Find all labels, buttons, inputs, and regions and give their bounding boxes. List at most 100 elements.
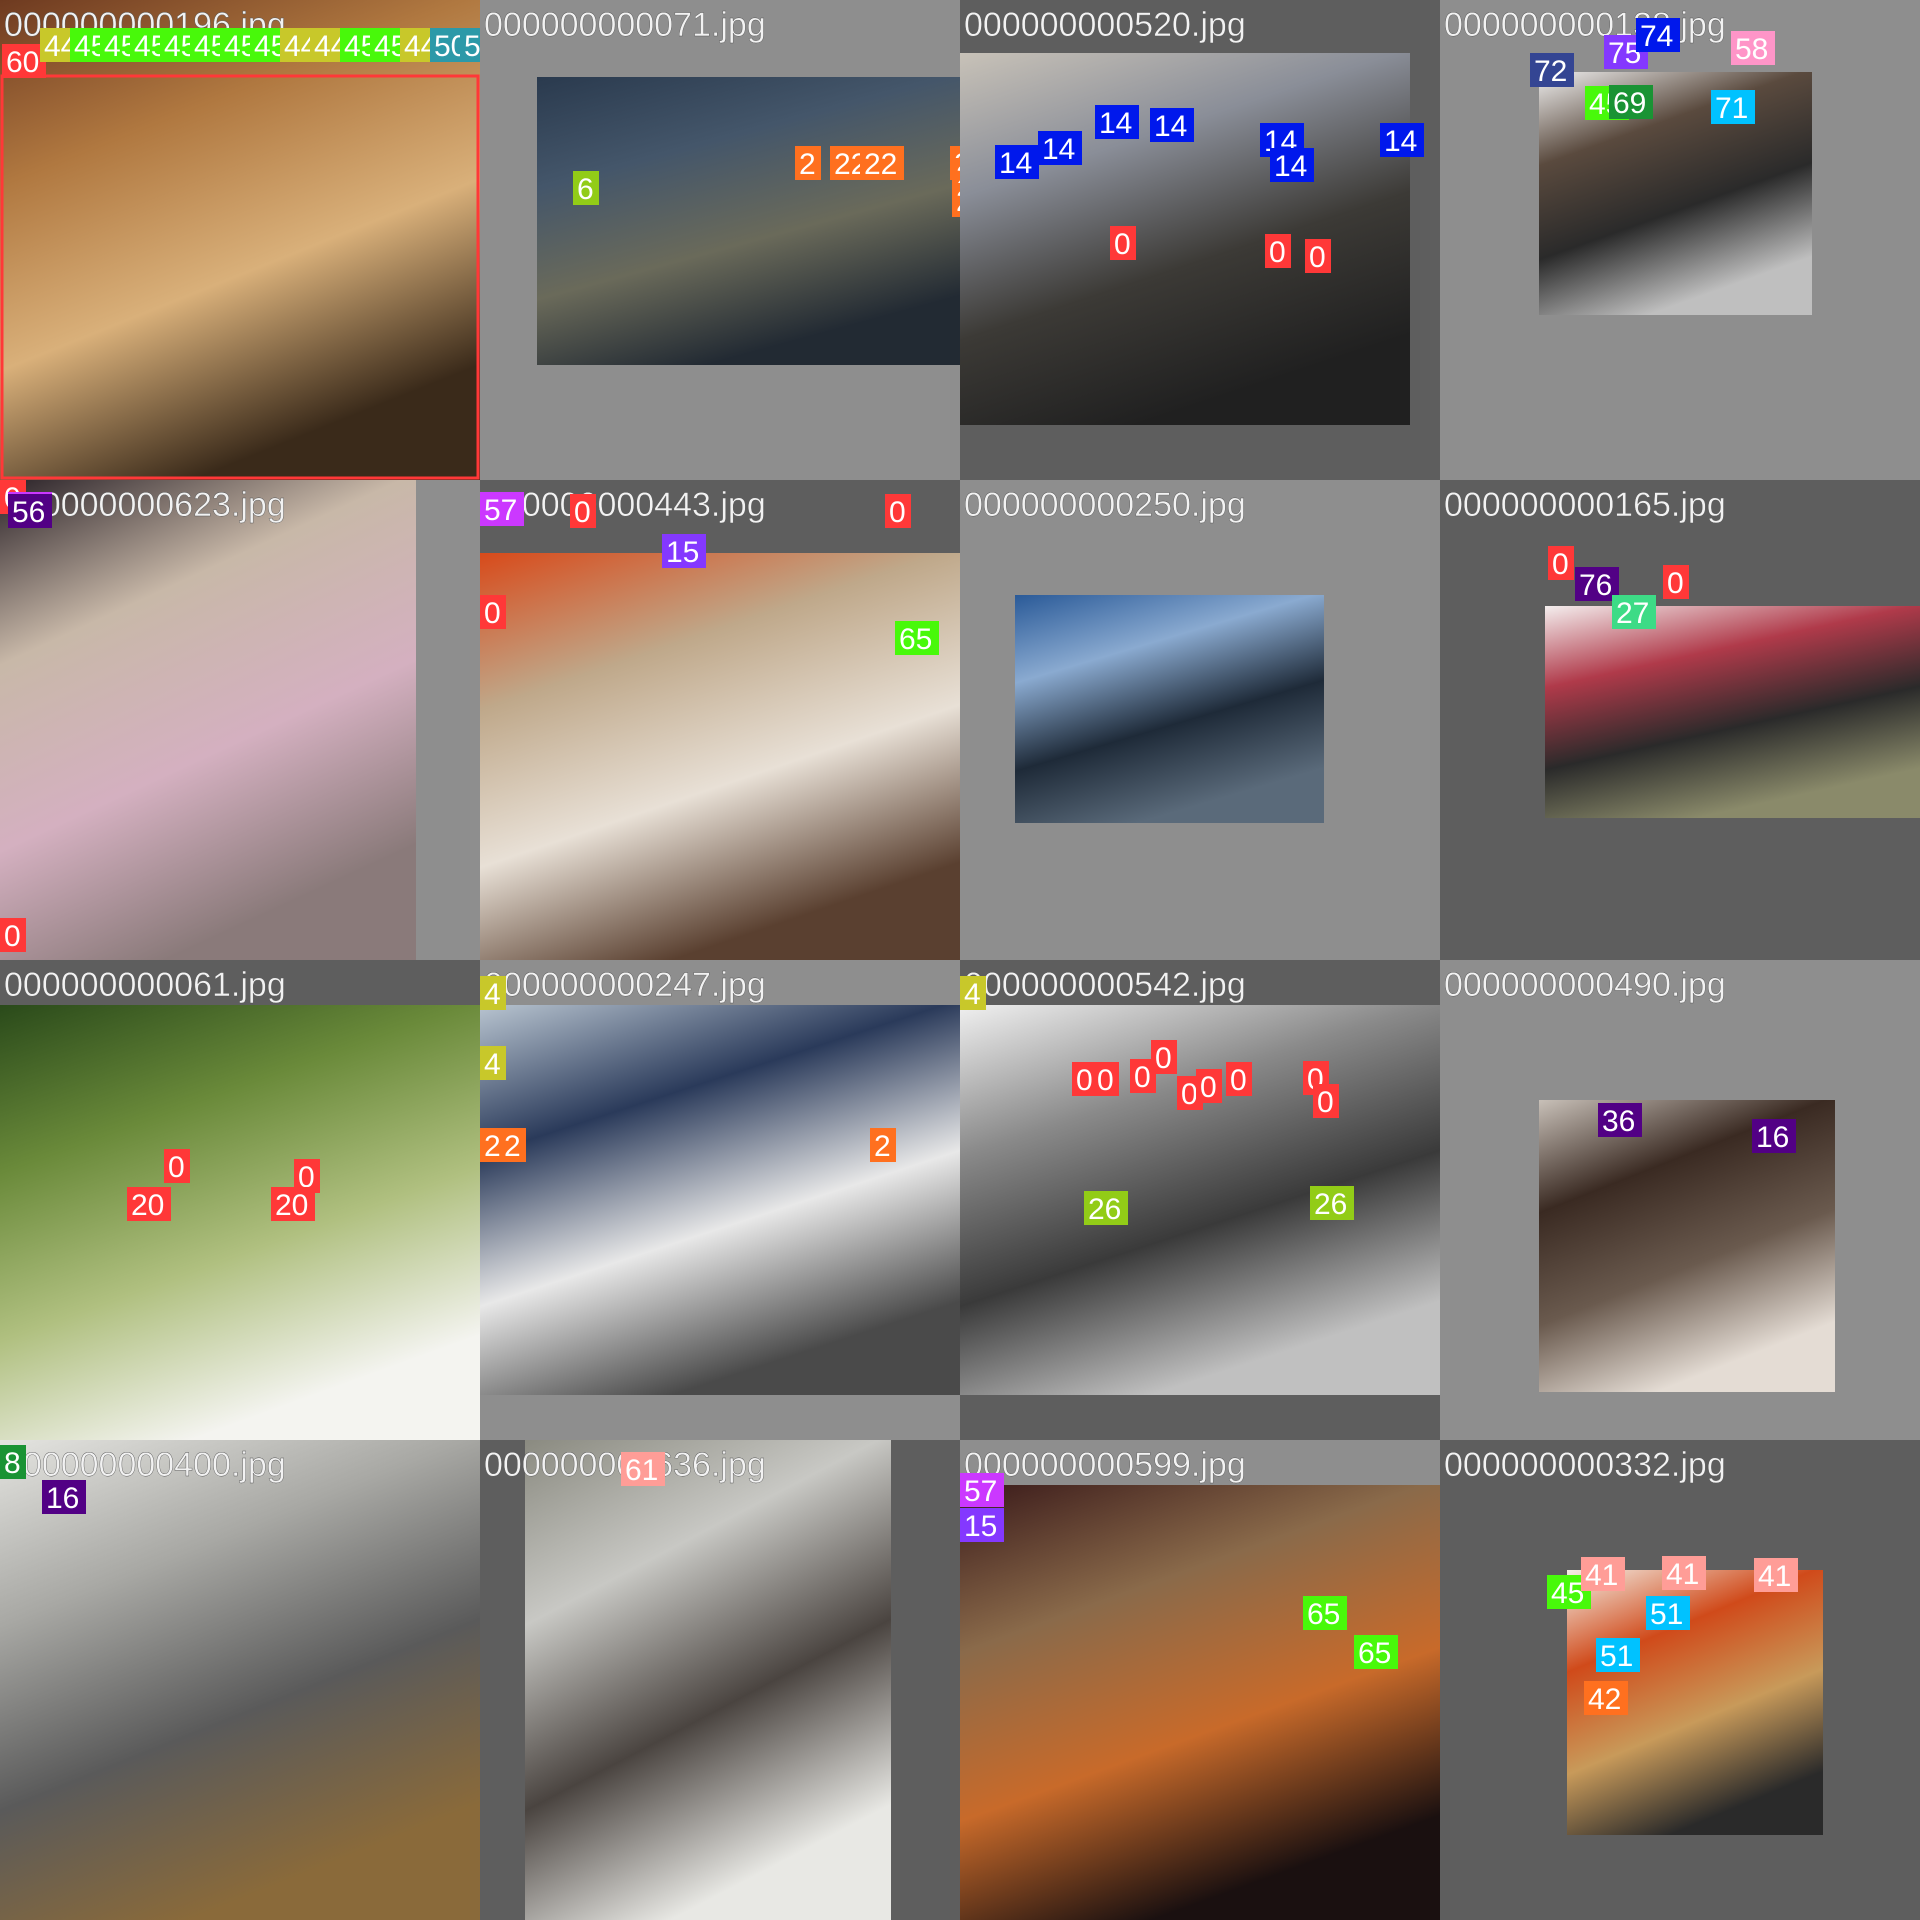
photo (1539, 72, 1812, 315)
detection-label-class: 76 (1579, 569, 1612, 602)
detection-label-class: 0 (1667, 567, 1684, 600)
detection-label-class: 4 (484, 1048, 501, 1081)
detection-label-class: 14 (999, 147, 1032, 180)
detection-label-class: 36 (1602, 1105, 1635, 1138)
mosaic-tile: 000000000443.jpg57 0 0 15 0 65 (480, 480, 960, 960)
detection-label-class: 0 (1097, 1064, 1114, 1097)
detection-label-class: 65 (1358, 1637, 1391, 1670)
detection-label-class: 0 (1114, 228, 1131, 261)
detection-label-class: 14 (1384, 125, 1417, 158)
mosaic-tile: 000000000490.jpg 36 16 (1440, 960, 1920, 1440)
detection-label-class: 65 (899, 623, 932, 656)
detection-label-class: 51 (1650, 1598, 1683, 1631)
detection-label-class: 27 (1616, 597, 1649, 630)
detection-mosaic: 000000000196.jpg60 4445454545454545444445… (0, 0, 1920, 1920)
detection-label-class: 0 (1230, 1064, 1247, 1097)
detection-label-class: 0 (1317, 1086, 1334, 1119)
detection-label-class: 56 (12, 496, 45, 529)
mosaic-tile: 000000000400.jpg8 16 (0, 1440, 480, 1920)
tile-filename: 000000000138.jpg (1444, 6, 1726, 44)
tile-filename: 000000000250.jpg (964, 486, 1246, 524)
mosaic-tile: 000000000250.jpg (960, 480, 1440, 960)
detection-label-class: 20 (275, 1189, 308, 1222)
mosaic-tile: 000000000247.jpg442 2 2 (480, 960, 960, 1440)
tile-filename: 000000000599.jpg (964, 1446, 1246, 1484)
detection-label-class: 69 (1613, 87, 1646, 120)
detection-label-class: 74 (1640, 20, 1673, 53)
detection-label-class: 0 (1076, 1064, 1093, 1097)
photo (525, 1440, 891, 1920)
tile-filename: 000000000490.jpg (1444, 966, 1726, 1004)
detection-label-class: 41 (1666, 1558, 1699, 1591)
detection-label-class: 15 (964, 1510, 997, 1543)
detection-label-class: 58 (1735, 33, 1768, 66)
tile-filename: 000000000520.jpg (964, 6, 1246, 44)
detection-label-class: 2 (799, 148, 816, 181)
detection-label-class: 14 (1154, 110, 1187, 143)
detection-label-class: 42 (1588, 1683, 1621, 1716)
detection-label-class: 2 (874, 1130, 891, 1163)
detection-label-class: 0 (4, 920, 21, 953)
tile-filename: 000000000332.jpg (1444, 1446, 1726, 1484)
detection-label-class: 4 (964, 978, 981, 1011)
mosaic-tile: 000000000071.jpg6222222222 (480, 0, 994, 480)
detection-label-class: 8 (4, 1447, 21, 1480)
detection-label-class: 4 (484, 978, 501, 1011)
detection-label-class: 41 (1585, 1559, 1618, 1592)
mosaic-tile: 000000000061.jpg0 020 20 (0, 960, 480, 1440)
detection-label-class: 20 (131, 1189, 164, 1222)
detection-label-class: 72 (1534, 55, 1567, 88)
detection-label-class: 0 (1134, 1061, 1151, 1094)
detection-label-class: 15 (666, 536, 699, 569)
detection-label-class: 45 (1551, 1577, 1584, 1610)
photo (0, 0, 480, 480)
detection-label-class: 14 (1099, 107, 1132, 140)
tile-filename: 000000000247.jpg (484, 966, 766, 1004)
detection-label-class: 0 (1552, 548, 1569, 581)
detection-label-class: 41 (1758, 1560, 1791, 1593)
tile-filename: 000000000443.jpg (484, 486, 766, 524)
photo (0, 1005, 480, 1440)
detection-label-class: 16 (46, 1482, 79, 1515)
mosaic-tile: 000000000636.jpg61 (480, 1440, 960, 1920)
mosaic-tile: 000000000542.jpg400 0 00 0 0 0026 26 (960, 960, 1440, 1440)
photo (480, 553, 960, 960)
detection-label-class: 26 (1088, 1193, 1121, 1226)
detection-label-class: 0 (574, 496, 591, 529)
photo (1015, 595, 1324, 823)
detection-label-class: 0 (1200, 1071, 1217, 1104)
mosaic-tile: 000000000165.jpg 0 7627 0 (1440, 480, 1920, 960)
tile-filename: 000000000165.jpg (1444, 486, 1726, 524)
mosaic-tile: 000000000332.jpg4541 41 41515142 (1440, 1440, 1920, 1920)
detection-label-class: 16 (1756, 1121, 1789, 1154)
tile-filename: 000000000071.jpg (484, 6, 766, 44)
detection-label-class: 60 (6, 46, 39, 79)
mosaic-tile: 000000000623.jpg077560 (0, 480, 480, 960)
detection-label-class: 51 (1600, 1640, 1633, 1673)
photo (0, 480, 416, 960)
tile-filename: 000000000542.jpg (964, 966, 1246, 1004)
detection-label-class: 0 (484, 597, 501, 630)
detection-label-class: 22 (864, 148, 897, 181)
detection-label-class: 14 (1042, 133, 1075, 166)
detection-label-class: 14 (1274, 150, 1307, 183)
detection-label-class: 0 (1181, 1078, 1198, 1111)
photo (480, 1005, 960, 1395)
mosaic-tile: 000000000520.jpg14 1414 14 1414140 0 0 (960, 0, 1440, 480)
detection-label-class: 2 (504, 1130, 521, 1163)
detection-label-class: 57 (484, 494, 517, 527)
mosaic-tile: 000000000138.jpg727574 584569 71 (1440, 0, 1920, 480)
mosaic-tile: 000000000599.jpg5715 65 65 (960, 1440, 1440, 1920)
detection-label-class: 6 (577, 173, 594, 206)
detection-label-class: 57 (964, 1475, 997, 1508)
detection-label-class: 0 (889, 496, 906, 529)
detection-label-class: 71 (1715, 92, 1748, 125)
detection-label-class: 2 (484, 1130, 501, 1163)
photo (537, 77, 960, 365)
detection-label-class: 26 (1314, 1188, 1347, 1221)
photo (1545, 606, 1920, 818)
detection-label-class: 61 (625, 1454, 658, 1487)
detection-label-class: 0 (1309, 241, 1326, 274)
detection-label-class: 0 (1155, 1042, 1172, 1075)
tile-filename: 000000000061.jpg (4, 966, 286, 1004)
